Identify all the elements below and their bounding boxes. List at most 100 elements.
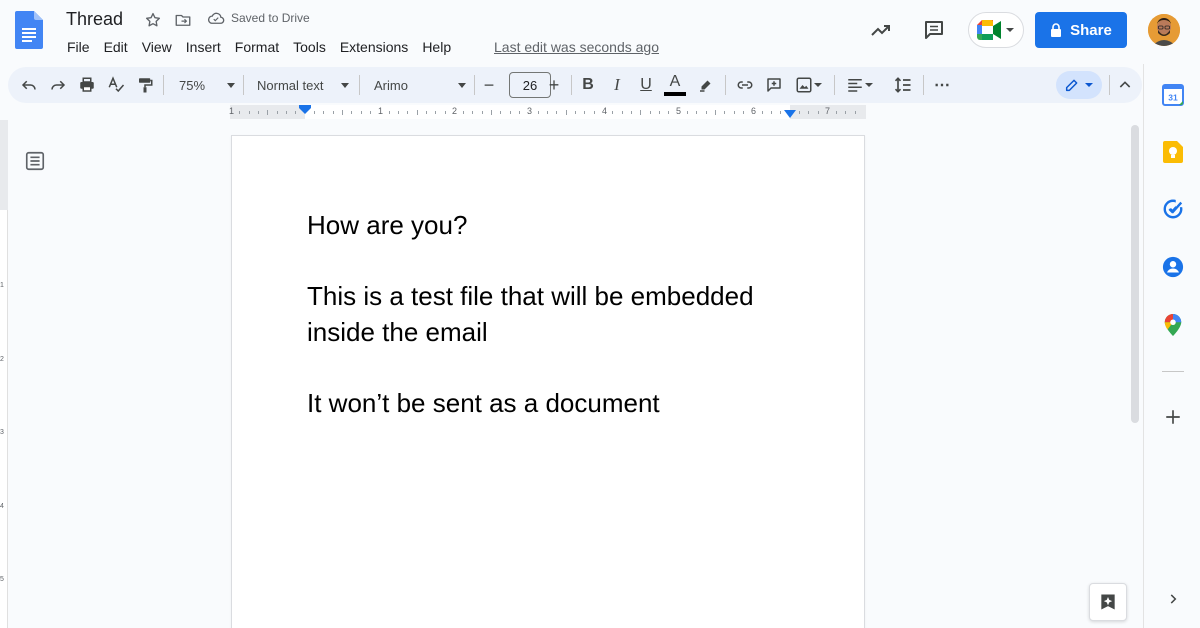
menu-view[interactable]: View bbox=[135, 38, 179, 56]
print-icon[interactable] bbox=[76, 73, 98, 97]
chevron-down-icon bbox=[227, 83, 235, 88]
ruler-tick bbox=[360, 111, 362, 114]
document-title[interactable]: Thread bbox=[66, 9, 123, 30]
align-left-icon[interactable] bbox=[844, 73, 876, 97]
left-indent-marker[interactable] bbox=[299, 105, 311, 115]
ruler-label: 1 bbox=[378, 106, 384, 116]
ruler-tick bbox=[397, 111, 399, 114]
decrease-font-size-button[interactable]: − bbox=[478, 73, 500, 97]
vertical-ruler[interactable]: 1 2 3 4 5 bbox=[0, 120, 8, 628]
menu-file[interactable]: File bbox=[60, 38, 97, 56]
contacts-icon[interactable] bbox=[1162, 256, 1184, 278]
ruler-tick bbox=[537, 111, 539, 114]
activity-trend-icon[interactable] bbox=[867, 16, 895, 44]
paragraph-style-value: Normal text bbox=[257, 77, 324, 93]
ruler-tick bbox=[295, 111, 297, 114]
zoom-select[interactable]: 75% bbox=[179, 73, 235, 97]
menu-help[interactable]: Help bbox=[415, 38, 458, 56]
maps-icon[interactable] bbox=[1162, 314, 1184, 336]
undo-icon[interactable] bbox=[18, 73, 40, 97]
vruler-label: 1 bbox=[0, 282, 4, 289]
ruler-tick bbox=[313, 111, 315, 114]
add-comment-icon[interactable] bbox=[763, 73, 785, 97]
calendar-icon[interactable]: 31 bbox=[1162, 84, 1184, 106]
line-spacing-icon[interactable] bbox=[891, 73, 915, 97]
ruler-tick bbox=[817, 111, 819, 114]
scrollbar-thumb[interactable] bbox=[1131, 125, 1139, 423]
ruler-tick bbox=[565, 110, 567, 115]
vertical-scrollbar[interactable] bbox=[1128, 120, 1142, 628]
chevron-down-icon bbox=[1006, 28, 1014, 32]
document-outline-icon[interactable] bbox=[24, 150, 46, 172]
ruler-tick bbox=[444, 111, 446, 114]
last-edit-link[interactable]: Last edit was seconds ago bbox=[494, 39, 659, 55]
ruler-tick bbox=[696, 111, 698, 114]
document-paragraph[interactable]: How are you? bbox=[307, 208, 807, 244]
horizontal-ruler[interactable]: 1 1 2 3 4 5 6 7 bbox=[229, 105, 866, 119]
keep-icon[interactable] bbox=[1162, 141, 1184, 163]
meet-icon bbox=[977, 20, 1001, 40]
menu-extensions[interactable]: Extensions bbox=[333, 38, 415, 56]
toolbar-divider bbox=[571, 75, 572, 95]
explore-button[interactable] bbox=[1089, 583, 1127, 621]
menu-format[interactable]: Format bbox=[228, 38, 286, 56]
italic-button[interactable]: I bbox=[606, 73, 628, 97]
highlight-icon[interactable] bbox=[695, 73, 717, 97]
ruler-tick bbox=[686, 111, 688, 114]
collapse-menus-icon[interactable] bbox=[1114, 73, 1136, 97]
font-family-select[interactable]: Arimo bbox=[374, 73, 466, 97]
move-to-folder-icon[interactable] bbox=[173, 10, 193, 30]
account-avatar[interactable] bbox=[1148, 14, 1180, 46]
ruler-tick bbox=[472, 111, 474, 114]
ruler-tick bbox=[845, 111, 847, 114]
save-status[interactable]: Saved to Drive bbox=[207, 11, 310, 25]
ruler-tick bbox=[351, 111, 353, 114]
ruler-tick bbox=[658, 111, 660, 114]
more-options-button[interactable]: ⋯ bbox=[931, 73, 953, 97]
menu-insert[interactable]: Insert bbox=[179, 38, 228, 56]
underline-button[interactable]: U bbox=[635, 73, 657, 97]
share-button[interactable]: Share bbox=[1035, 12, 1127, 48]
editing-mode-button[interactable] bbox=[1056, 71, 1102, 99]
bold-button[interactable]: B bbox=[577, 73, 599, 97]
explore-icon bbox=[1101, 594, 1115, 610]
insert-link-icon[interactable] bbox=[734, 73, 756, 97]
document-paragraph[interactable]: This is a test file that will be embedde… bbox=[307, 279, 807, 350]
increase-font-size-button[interactable]: + bbox=[543, 73, 565, 97]
right-indent-marker[interactable] bbox=[784, 110, 796, 119]
ruler-tick bbox=[808, 111, 810, 114]
text-color-button[interactable]: A bbox=[663, 73, 687, 97]
ruler-tick bbox=[258, 111, 259, 114]
ruler-tick bbox=[593, 111, 595, 114]
ruler-label: 4 bbox=[602, 106, 608, 116]
add-icon[interactable] bbox=[1162, 406, 1184, 428]
document-paragraph[interactable]: It won’t be sent as a document bbox=[307, 386, 807, 422]
insert-image-icon[interactable] bbox=[792, 73, 826, 97]
spellcheck-icon[interactable] bbox=[105, 73, 127, 97]
docs-logo-icon[interactable] bbox=[15, 11, 43, 49]
ruler-tick bbox=[621, 111, 623, 114]
tasks-icon[interactable] bbox=[1162, 198, 1184, 220]
ruler-tick bbox=[649, 111, 651, 114]
ruler-tick bbox=[285, 111, 287, 114]
ruler-tick bbox=[425, 111, 427, 114]
menu-tools[interactable]: Tools bbox=[286, 38, 333, 56]
chevron-right-icon[interactable] bbox=[1162, 588, 1184, 610]
star-icon[interactable] bbox=[143, 10, 163, 30]
comment-icon[interactable] bbox=[920, 16, 948, 44]
redo-icon[interactable] bbox=[47, 73, 69, 97]
paragraph-style-select[interactable]: Normal text bbox=[257, 73, 349, 97]
meet-button[interactable] bbox=[968, 12, 1024, 48]
toolbar-divider bbox=[163, 75, 164, 95]
document-page[interactable]: How are you? This is a test file that wi… bbox=[231, 135, 865, 628]
ruler-tick bbox=[267, 110, 269, 115]
toolbar-divider bbox=[243, 75, 244, 95]
side-panel: 31 bbox=[1143, 64, 1200, 628]
document-body[interactable]: How are you? This is a test file that wi… bbox=[307, 208, 807, 421]
paint-format-icon[interactable] bbox=[134, 73, 156, 97]
chevron-down-icon bbox=[865, 83, 873, 87]
toolbar-divider bbox=[923, 75, 924, 95]
menu-edit[interactable]: Edit bbox=[97, 38, 135, 56]
ruler-tick bbox=[547, 111, 548, 114]
